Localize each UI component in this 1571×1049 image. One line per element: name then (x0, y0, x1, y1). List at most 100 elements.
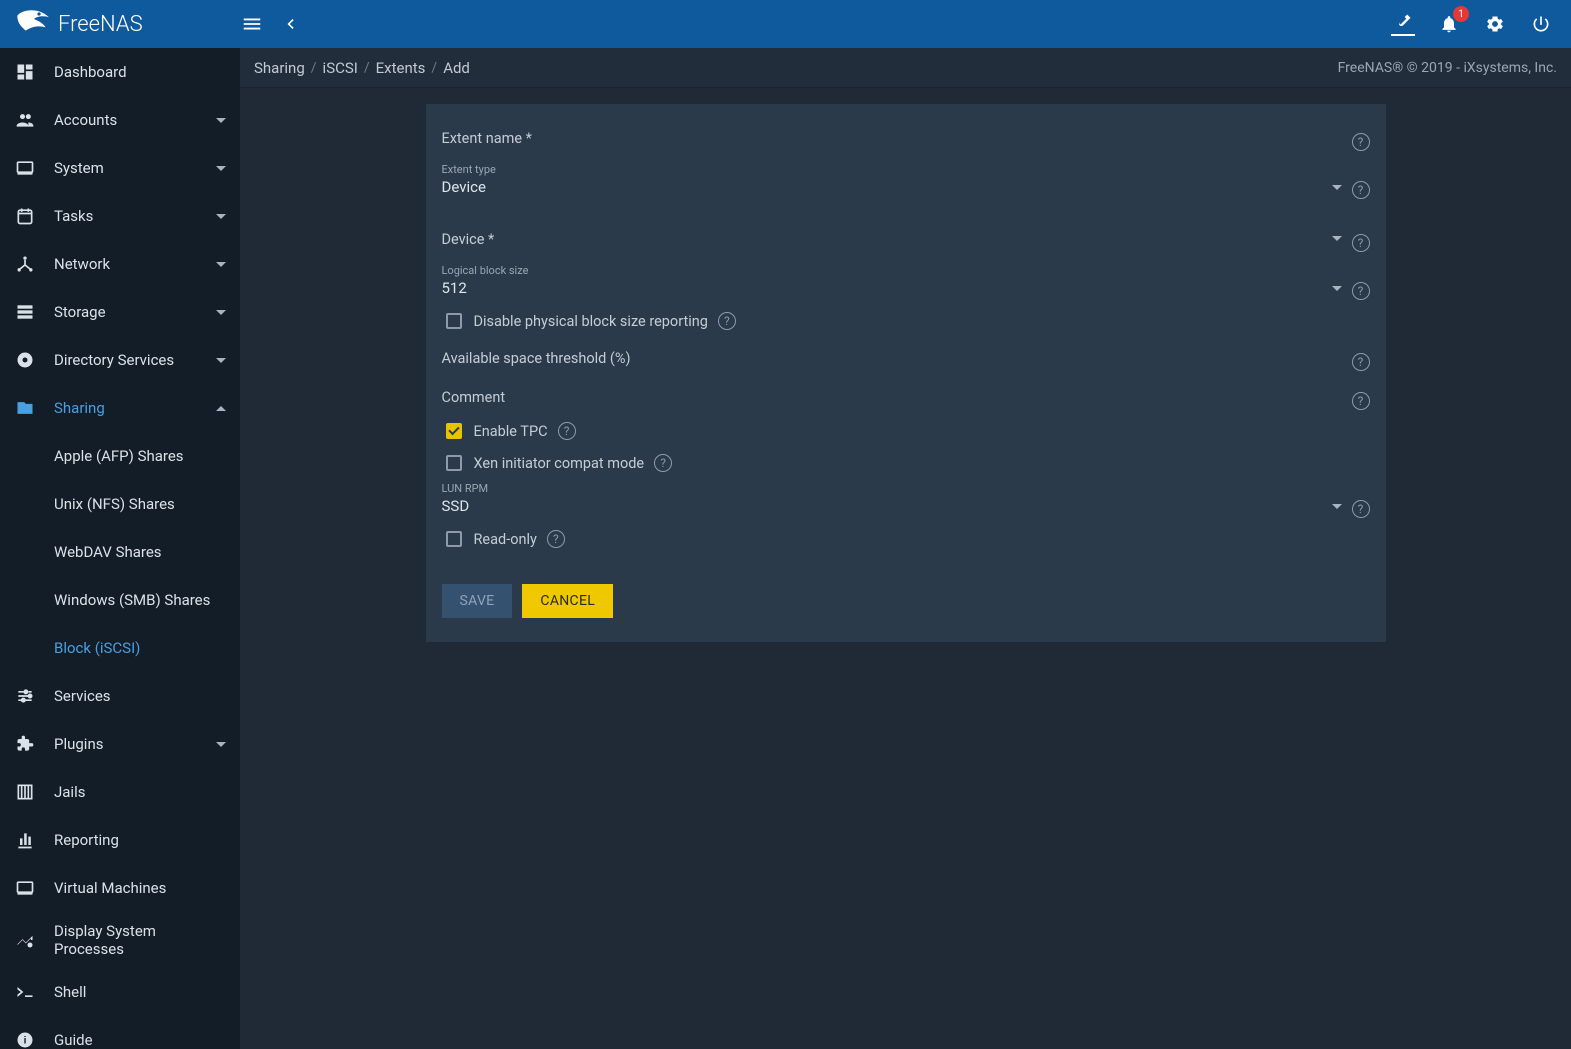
subnav-afp[interactable]: Apple (AFP) Shares (0, 432, 240, 480)
help-icon[interactable]: ? (1352, 181, 1370, 199)
device-select[interactable]: Device * (442, 225, 1342, 252)
breadcrumb[interactable]: Extents (376, 59, 426, 77)
help-icon[interactable]: ? (1352, 234, 1370, 252)
subnav-label: Windows (SMB) Shares (54, 591, 210, 609)
available-space-field[interactable]: Available space threshold (%) (442, 344, 1342, 371)
dashboard-icon (14, 61, 36, 83)
nav-label: Shell (54, 983, 226, 1001)
directory-services-icon (14, 349, 36, 371)
subnav-nfs[interactable]: Unix (NFS) Shares (0, 480, 240, 528)
lun-rpm-select[interactable]: LUN RPM SSD (442, 482, 1342, 518)
subnav-label: WebDAV Shares (54, 543, 162, 561)
nav-label: Network (54, 255, 216, 273)
chevron-down-icon (216, 742, 226, 747)
extent-type-select[interactable]: Extent type Device (442, 163, 1342, 199)
back-button[interactable] (278, 12, 302, 36)
notification-badge: 1 (1453, 6, 1469, 22)
chevron-up-icon (216, 406, 226, 411)
extent-name-field[interactable]: Extent name * (442, 124, 1342, 151)
settings-button[interactable] (1483, 12, 1507, 36)
subnav-iscsi[interactable]: Block (iSCSI) (0, 624, 240, 672)
nav-dashboard[interactable]: Dashboard (0, 48, 240, 96)
nav-reporting[interactable]: Reporting (0, 816, 240, 864)
help-icon[interactable]: ? (547, 530, 565, 548)
help-icon[interactable]: ? (1352, 133, 1370, 151)
nav-processes[interactable]: Display System Processes (0, 912, 240, 968)
nav-label: Storage (54, 303, 216, 321)
checkbox-label: Enable TPC (474, 423, 548, 440)
nav-network[interactable]: Network (0, 240, 240, 288)
field-label: Comment (442, 383, 1342, 410)
nav-label: Plugins (54, 735, 216, 753)
plugins-icon (14, 733, 36, 755)
storage-icon (14, 301, 36, 323)
notifications-button[interactable]: 1 (1437, 12, 1461, 36)
breadcrumb[interactable]: Sharing (254, 59, 305, 77)
nav-jails[interactable]: Jails (0, 768, 240, 816)
help-icon[interactable]: ? (654, 454, 672, 472)
checkbox-label: Read-only (474, 531, 537, 548)
cancel-button[interactable]: CANCEL (522, 584, 613, 618)
system-icon (14, 157, 36, 179)
field-label: Logical block size (442, 264, 1342, 277)
nav-directory-services[interactable]: Directory Services (0, 336, 240, 384)
help-icon[interactable]: ? (1352, 353, 1370, 371)
help-icon[interactable]: ? (1352, 392, 1370, 410)
nav-label: Sharing (54, 399, 216, 417)
nav-accounts[interactable]: Accounts (0, 96, 240, 144)
nav-label: Jails (54, 783, 226, 801)
checkbox-label: Xen initiator compat mode (474, 455, 645, 472)
field-label: Extent name * (442, 124, 1342, 151)
form-card: Extent name * ? Extent type Device ? (426, 104, 1386, 642)
nav-label: Accounts (54, 111, 216, 129)
enable-tpc-checkbox[interactable] (446, 423, 462, 439)
theme-button[interactable] (1391, 12, 1415, 36)
accounts-icon (14, 109, 36, 131)
field-value: Device (442, 176, 1326, 199)
comment-field[interactable]: Comment (442, 383, 1342, 410)
disable-pbs-checkbox[interactable] (446, 313, 462, 329)
breadcrumb[interactable]: Add (443, 59, 470, 77)
logo: FreeNAS (10, 7, 240, 41)
nav-services[interactable]: Services (0, 672, 240, 720)
nav-shell[interactable]: Shell (0, 968, 240, 1016)
tasks-icon (14, 205, 36, 227)
help-icon[interactable]: ? (1352, 500, 1370, 518)
power-button[interactable] (1529, 12, 1553, 36)
nav-tasks[interactable]: Tasks (0, 192, 240, 240)
nav-label: System (54, 159, 216, 177)
logical-block-size-select[interactable]: Logical block size 512 (442, 264, 1342, 300)
subnav-webdav[interactable]: WebDAV Shares (0, 528, 240, 576)
checkbox-label: Disable physical block size reporting (474, 313, 708, 330)
chevron-down-icon (216, 166, 226, 171)
svg-text:i: i (24, 1035, 27, 1046)
save-button[interactable]: SAVE (442, 584, 513, 618)
nav-vm[interactable]: Virtual Machines (0, 864, 240, 912)
field-label: Device * (442, 225, 1326, 252)
nav-system[interactable]: System (0, 144, 240, 192)
processes-icon (14, 929, 36, 951)
subnav-smb[interactable]: Windows (SMB) Shares (0, 576, 240, 624)
nav-guide[interactable]: i Guide (0, 1016, 240, 1049)
help-icon[interactable]: ? (718, 312, 736, 330)
help-icon[interactable]: ? (1352, 282, 1370, 300)
nav-plugins[interactable]: Plugins (0, 720, 240, 768)
button-label: SAVE (460, 593, 495, 609)
xen-compat-checkbox[interactable] (446, 455, 462, 471)
chevron-down-icon (1332, 236, 1342, 241)
field-label: Available space threshold (%) (442, 344, 1342, 371)
read-only-checkbox[interactable] (446, 531, 462, 547)
menu-toggle-button[interactable] (240, 12, 264, 36)
main-area: Sharing / iSCSI / Extents / Add FreeNAS®… (240, 48, 1571, 1049)
nav-label: Services (54, 687, 226, 705)
help-icon[interactable]: ? (558, 422, 576, 440)
breadcrumb-bar: Sharing / iSCSI / Extents / Add FreeNAS®… (240, 48, 1571, 88)
field-value: 512 (442, 277, 1326, 300)
chevron-down-icon (216, 262, 226, 267)
nav-storage[interactable]: Storage (0, 288, 240, 336)
guide-icon: i (14, 1029, 36, 1049)
nav-label: Guide (54, 1031, 226, 1049)
breadcrumb[interactable]: iSCSI (323, 59, 358, 77)
nav-sharing[interactable]: Sharing (0, 384, 240, 432)
nav-label: Virtual Machines (54, 879, 226, 897)
